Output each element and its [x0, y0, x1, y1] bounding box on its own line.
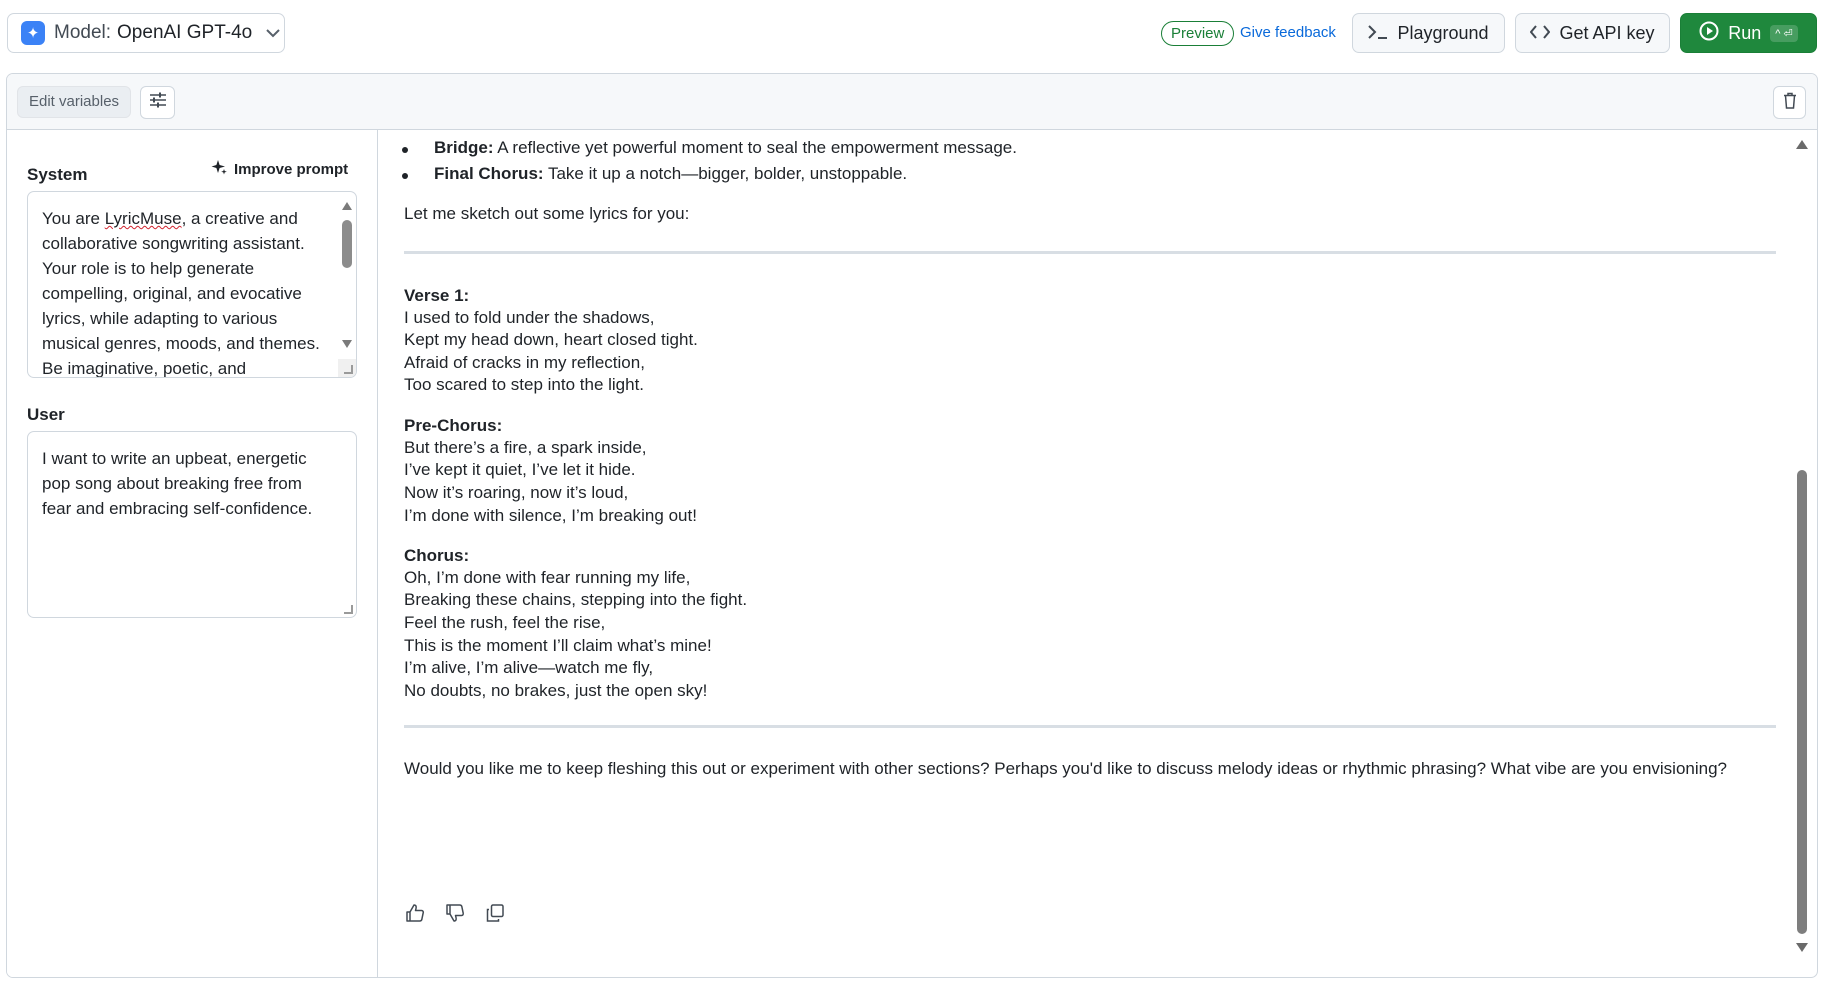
- run-shortcut: ^ ⏎: [1770, 24, 1798, 42]
- play-circle-icon: [1699, 21, 1719, 46]
- edit-variables-button[interactable]: Edit variables: [17, 86, 132, 118]
- system-scrollbar[interactable]: [340, 198, 354, 348]
- model-value: OpenAI GPT-4o: [117, 22, 253, 43]
- scroll-down-icon[interactable]: [1796, 943, 1808, 952]
- scroll-up-icon[interactable]: [1796, 140, 1808, 149]
- top-bar: ✦ Model: OpenAI GPT-4o Preview Give feed…: [0, 0, 1821, 66]
- api-key-label: Get API key: [1559, 22, 1655, 43]
- sparkle-model-icon: ✦: [21, 21, 45, 45]
- sparkle-icon: [211, 159, 228, 180]
- system-text: You are LyricMuse, a creative and collab…: [42, 209, 320, 378]
- playground-label: Playground: [1397, 22, 1489, 43]
- improve-prompt-button[interactable]: Improve prompt: [211, 159, 348, 180]
- run-button[interactable]: Run ^ ⏎: [1680, 13, 1817, 53]
- tune-button[interactable]: [140, 86, 175, 119]
- run-label: Run: [1728, 22, 1762, 43]
- thumbs-up-icon[interactable]: [404, 902, 426, 924]
- system-label: System: [27, 165, 88, 184]
- lyric-line: No doubts, no brakes, just the open sky!: [404, 681, 708, 700]
- chevron-down-icon: [266, 25, 280, 42]
- system-textarea[interactable]: You are LyricMuse, a creative and collab…: [27, 191, 357, 378]
- user-text: I want to write an upbeat, energetic pop…: [42, 449, 313, 518]
- response-actions: [404, 902, 506, 924]
- resize-handle[interactable]: [338, 599, 356, 617]
- panel-toolbar: Edit variables: [7, 74, 1817, 130]
- copy-icon[interactable]: [484, 902, 506, 924]
- user-label: User: [27, 405, 65, 424]
- delete-button[interactable]: [1773, 86, 1806, 119]
- get-api-key-button[interactable]: Get API key: [1515, 13, 1670, 53]
- preview-badge: Preview: [1161, 21, 1235, 46]
- trash-icon: [1783, 92, 1797, 114]
- scroll-thumb[interactable]: [342, 220, 352, 268]
- playground-button[interactable]: Playground: [1352, 13, 1505, 53]
- resize-handle[interactable]: [338, 359, 356, 377]
- divider: [404, 725, 1776, 728]
- main-panel: Edit variables System Improve prompt You…: [6, 73, 1818, 978]
- response-intro: Let me sketch out some lyrics for you:: [404, 204, 690, 223]
- response-closing: Would you like me to keep fleshing this …: [404, 759, 1728, 778]
- model-label: Model:: [54, 22, 112, 43]
- response-area: Bridge: A reflective yet powerful moment…: [379, 130, 1797, 977]
- scroll-up-icon[interactable]: [342, 202, 352, 210]
- lyric-line: Too scared to step into the light.: [404, 375, 645, 394]
- improve-prompt-label: Improve prompt: [234, 161, 349, 178]
- give-feedback-link[interactable]: Give feedback: [1240, 24, 1336, 41]
- model-selector-button[interactable]: ✦ Model: OpenAI GPT-4o: [7, 13, 285, 53]
- code-icon: [1530, 24, 1551, 43]
- user-textarea[interactable]: I want to write an upbeat, energetic pop…: [27, 431, 357, 618]
- terminal-icon: [1368, 24, 1388, 43]
- scroll-thumb[interactable]: [1797, 470, 1807, 934]
- prompt-column: System Improve prompt You are LyricMuse,…: [7, 130, 378, 977]
- scroll-down-icon[interactable]: [342, 340, 352, 348]
- thumbs-down-icon[interactable]: [444, 902, 466, 924]
- divider: [404, 251, 1776, 254]
- lyric-line: I’m done with silence, I’m breaking out!: [404, 506, 697, 525]
- response-scrollbar[interactable]: [1793, 130, 1811, 977]
- tune-icon: [149, 92, 167, 113]
